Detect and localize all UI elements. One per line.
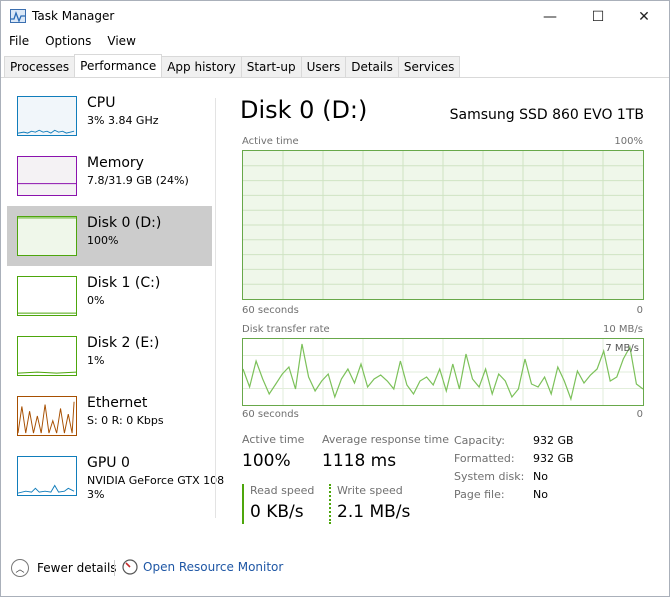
sidebar-item-subtitle: 7.8/31.9 GB (24%) (87, 174, 189, 187)
sidebar-item-title: Disk 2 (E:) (87, 335, 160, 351)
menu-bar: File Options View (1, 32, 669, 52)
tab-details[interactable]: Details (345, 56, 399, 77)
avg-response-label: Average response time (322, 433, 449, 446)
sidebar-item-subtitle: 1% (87, 354, 105, 367)
fewer-details-label: Fewer details (37, 561, 117, 575)
transfer-rate-graph: 7 MB/s (242, 338, 644, 406)
tab-services[interactable]: Services (397, 56, 461, 77)
window-title: Task Manager (32, 9, 115, 23)
fewer-details-button[interactable]: ︿ Fewer details (11, 559, 117, 577)
tab-processes[interactable]: Processes (4, 56, 76, 77)
disk-property-label: Page file: (454, 488, 505, 501)
sidebar-item-title: Ethernet (87, 395, 148, 411)
disk-model: Samsung SSD 860 EVO 1TB (449, 107, 644, 123)
sidebar-item-ethernet[interactable]: Ethernet S: 0 R: 0 Kbps (7, 386, 212, 446)
sidebar-item-subtitle: 3% 3.84 GHz (87, 114, 159, 127)
disk-title: Disk 0 (D:) (240, 96, 368, 124)
sidebar-item-disk-1-c[interactable]: Disk 1 (C:) 0% (7, 266, 212, 326)
performance-panel: CPU 3% 3.84 GHz Memory 7.8/31.9 GB (24%) Dis… (2, 78, 669, 546)
disk-property-label: Capacity: (454, 434, 505, 447)
transfer-rate-line (242, 339, 644, 405)
task-manager-window: Task Manager — ☐ ✕ File Options View Pro… (0, 0, 670, 597)
sidebar-item-title: Disk 0 (D:) (87, 215, 162, 231)
sidebar-thumbnail-graph (17, 336, 77, 376)
active-time-value: 100% (242, 451, 291, 471)
active-time-graph (242, 150, 644, 300)
menu-options[interactable]: Options (37, 32, 99, 52)
active-time-graph-label: Active time (242, 136, 299, 147)
write-speed-marker (329, 484, 331, 524)
resource-sidebar: CPU 3% 3.84 GHz Memory 7.8/31.9 GB (24%) Dis… (7, 86, 224, 506)
transfer-rate-inner-max: 7 MB/s (605, 343, 639, 354)
sidebar-item-subtitle-2: 3% (87, 488, 105, 501)
sidebar-thumbnail-graph (17, 396, 77, 436)
footer-divider (114, 560, 115, 576)
write-speed-value: 2.1 MB/s (337, 502, 411, 522)
sidebar-thumbnail-graph (17, 456, 77, 496)
sidebar-item-disk-0-d[interactable]: Disk 0 (D:) 100% (7, 206, 212, 266)
disk-property-label: System disk: (454, 470, 525, 483)
sidebar-item-subtitle: 100% (87, 234, 119, 247)
sidebar-item-subtitle: S: 0 R: 0 Kbps (87, 414, 164, 427)
sidebar-item-title: GPU 0 (87, 455, 130, 471)
read-speed-marker (242, 484, 244, 524)
minimize-button[interactable]: — (527, 1, 573, 32)
tab-strip: Processes Performance App history Start-… (4, 54, 461, 77)
menu-view[interactable]: View (99, 32, 143, 52)
transfer-rate-graph-label: Disk transfer rate (242, 324, 330, 335)
sidebar-thumbnail-graph (17, 216, 77, 256)
open-resource-monitor-link[interactable]: Open Resource Monitor (122, 559, 283, 575)
open-resource-monitor-label: Open Resource Monitor (143, 560, 284, 574)
tab-start-up[interactable]: Start-up (240, 56, 302, 77)
close-button[interactable]: ✕ (621, 1, 667, 32)
disk-property-value: No (533, 470, 548, 483)
active-time-graph-max: 100% (614, 136, 643, 147)
disk-property-value: 932 GB (533, 434, 574, 447)
sidebar-item-title: CPU (87, 95, 116, 111)
transfer-rate-graph-max: 10 MB/s (603, 324, 643, 335)
resource-monitor-icon (122, 559, 138, 575)
avg-response-value: 1118 ms (322, 451, 397, 471)
maximize-button[interactable]: ☐ (575, 1, 621, 32)
read-speed-value: 0 KB/s (250, 502, 304, 522)
active-time-grid (243, 151, 643, 299)
sidebar-thumbnail-graph (17, 156, 77, 196)
menu-file[interactable]: File (1, 32, 37, 52)
sidebar-item-gpu-0[interactable]: GPU 0 NVIDIA GeForce GTX 108 3% (7, 446, 224, 506)
sidebar-item-disk-2-e[interactable]: Disk 2 (E:) 1% (7, 326, 212, 386)
transfer-rate-graph-duration: 60 seconds (242, 409, 299, 420)
transfer-rate-graph-zero: 0 (636, 409, 643, 420)
task-manager-icon (10, 9, 26, 23)
sidebar-thumbnail-graph (17, 96, 77, 136)
tab-users[interactable]: Users (300, 56, 347, 77)
active-time-graph-duration: 60 seconds (242, 305, 299, 316)
sidebar-divider (215, 98, 216, 518)
sidebar-item-cpu[interactable]: CPU 3% 3.84 GHz (7, 86, 212, 146)
active-time-graph-zero: 0 (636, 305, 643, 316)
disk-detail-panel: Disk 0 (D:) Samsung SSD 860 EVO 1TB Acti… (240, 78, 645, 546)
sidebar-item-subtitle: 0% (87, 294, 105, 307)
disk-property-label: Formatted: (454, 452, 515, 465)
sidebar-item-subtitle: NVIDIA GeForce GTX 108 (87, 474, 225, 487)
title-bar: Task Manager — ☐ ✕ (1, 1, 669, 32)
disk-property-value: 932 GB (533, 452, 574, 465)
write-speed-label: Write speed (337, 484, 403, 497)
sidebar-item-memory[interactable]: Memory 7.8/31.9 GB (24%) (7, 146, 212, 206)
disk-property-value: No (533, 488, 548, 501)
sidebar-thumbnail-graph (17, 276, 77, 316)
footer-bar: ︿ Fewer details Open Resource Monitor (1, 546, 669, 596)
chevron-up-icon: ︿ (11, 559, 29, 577)
sidebar-item-title: Memory (87, 155, 144, 171)
read-speed-label: Read speed (250, 484, 315, 497)
sidebar-item-title: Disk 1 (C:) (87, 275, 161, 291)
tab-app-history[interactable]: App history (161, 56, 242, 77)
tab-performance[interactable]: Performance (74, 54, 163, 77)
active-time-label: Active time (242, 433, 305, 446)
